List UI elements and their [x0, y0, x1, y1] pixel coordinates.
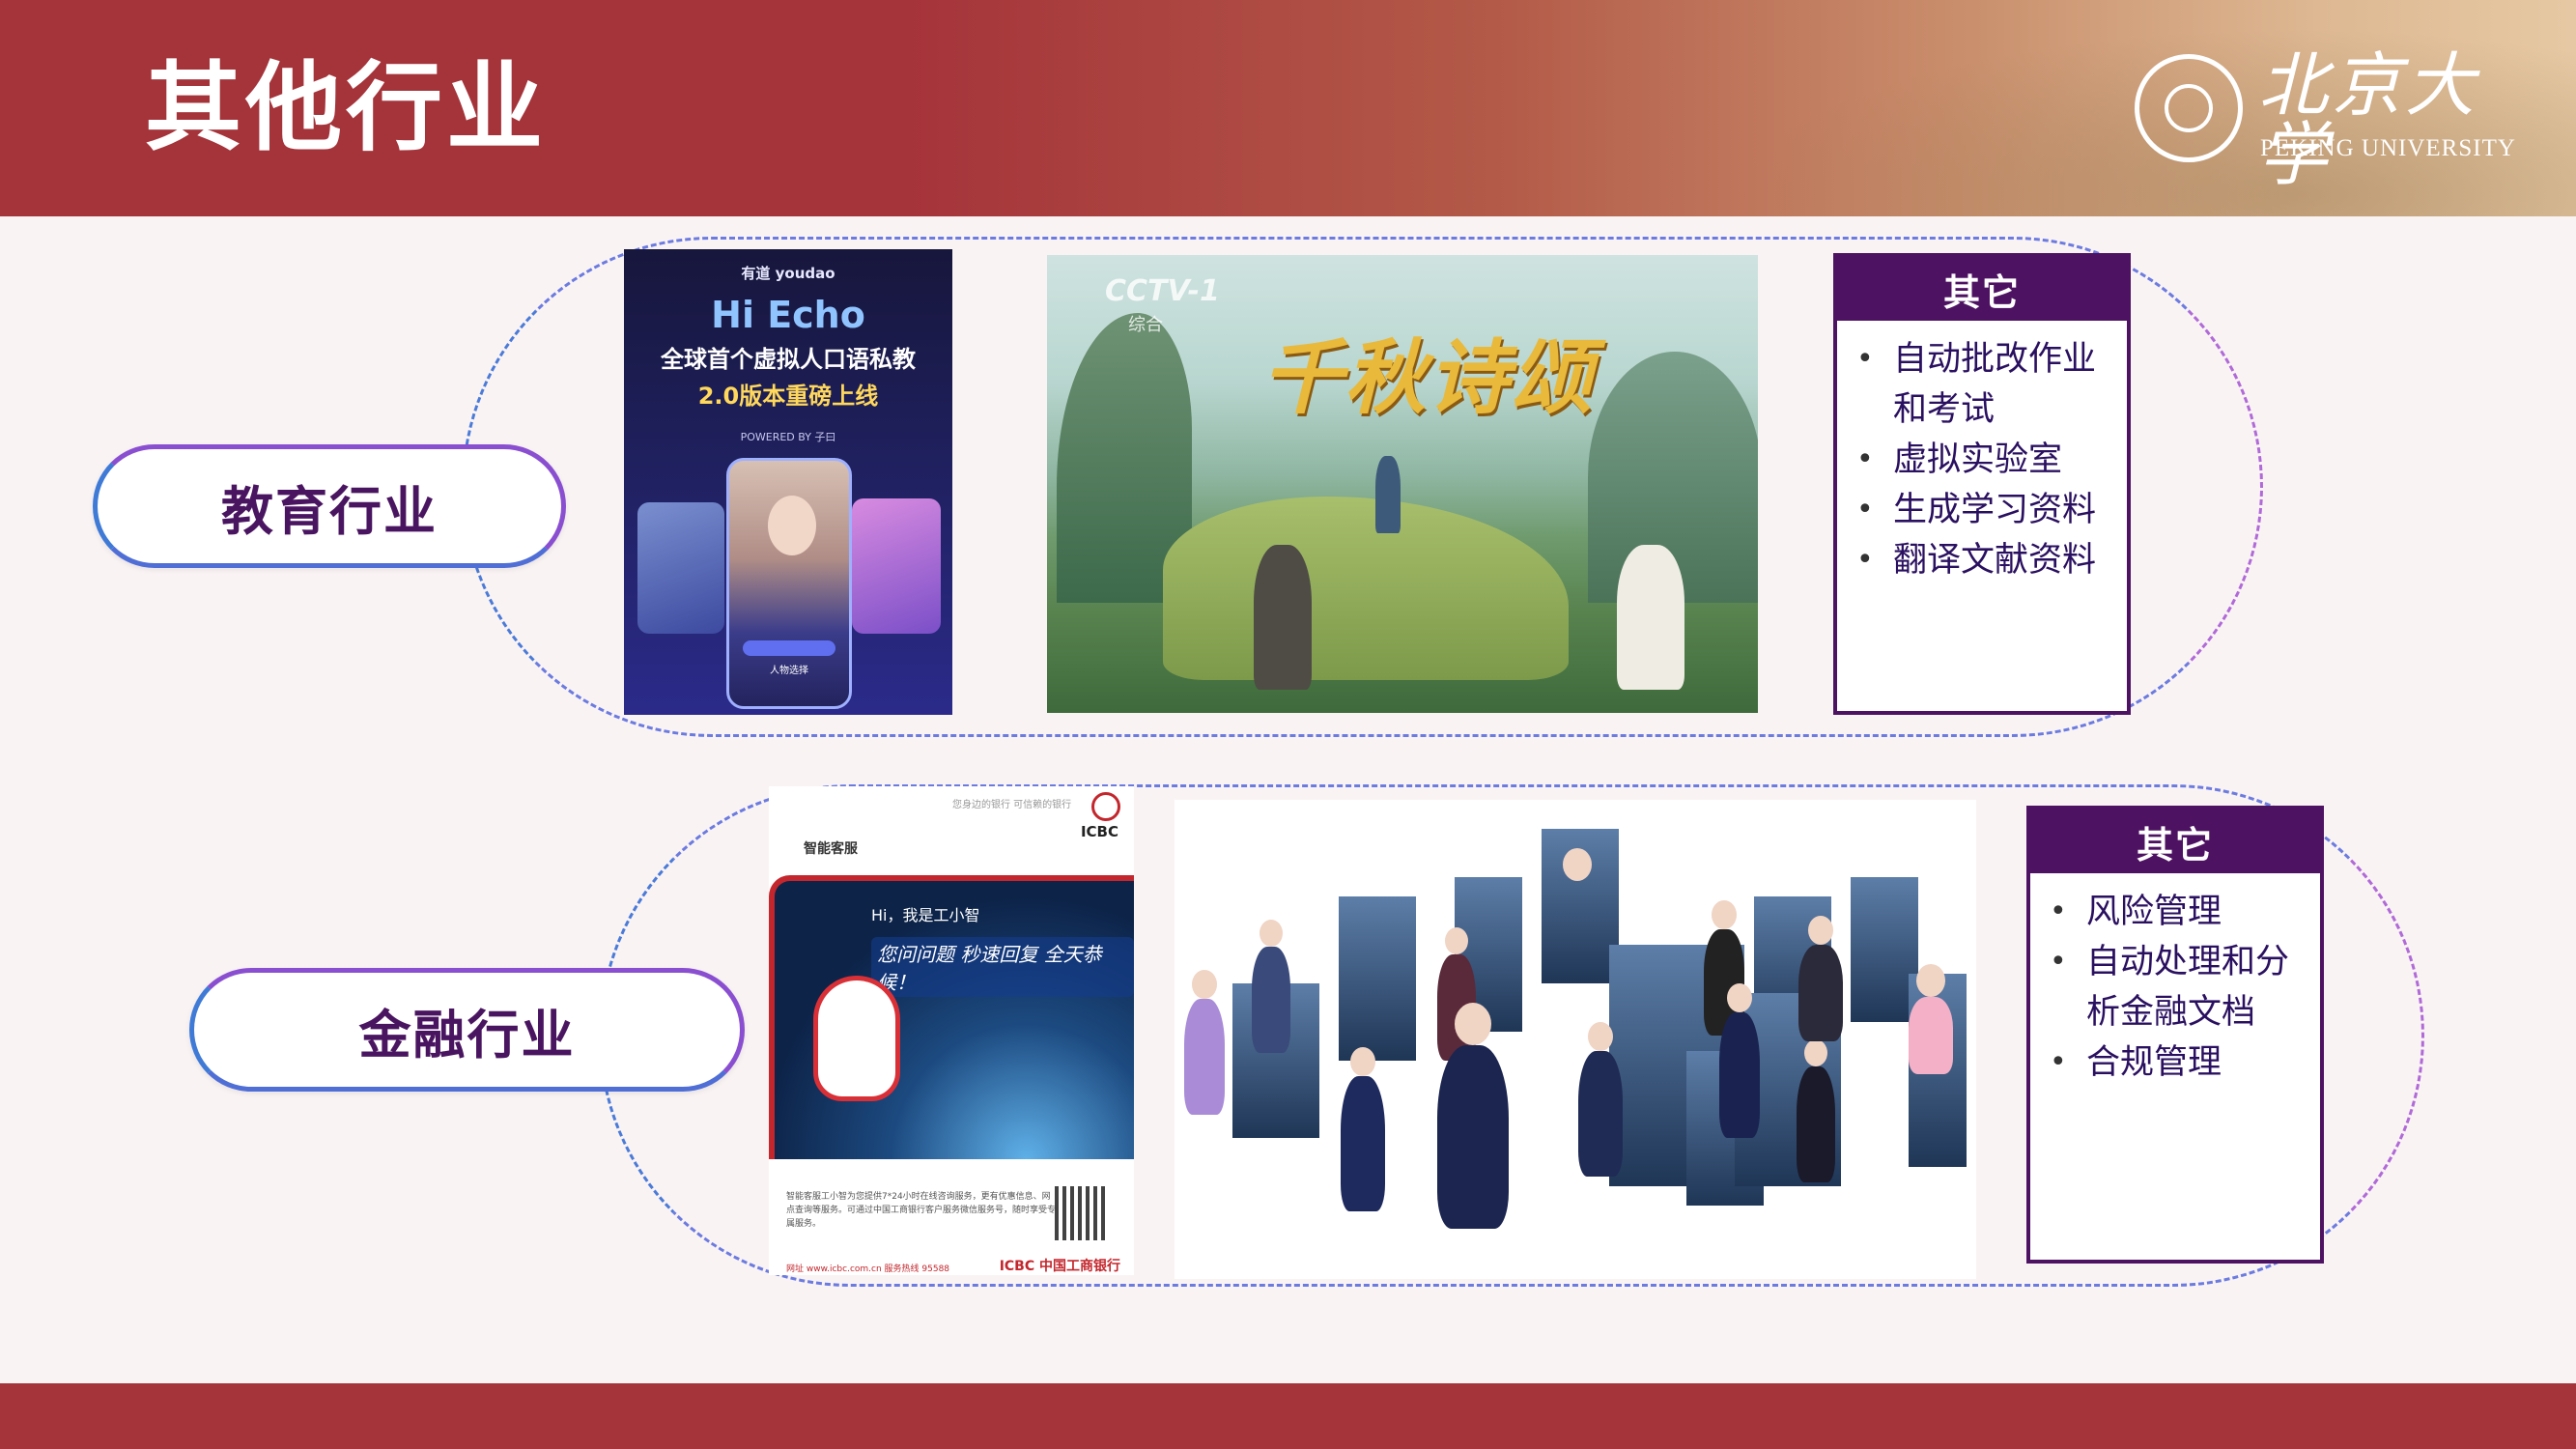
- avatar-head: [1445, 927, 1468, 954]
- list-item: 自动批改作业和考试: [1851, 334, 2117, 435]
- avatar-head: [1727, 983, 1752, 1012]
- header-banner: 其他行业 北京大学 PEKING UNIVERSITY: [0, 0, 2576, 216]
- chat-button: [743, 640, 835, 656]
- youdao-powered-by: POWERED BY 子曰: [740, 431, 836, 443]
- avatar-body: [1341, 1076, 1385, 1211]
- youdao-brand: 有道 youdao: [741, 265, 835, 282]
- icbc-hero-panel: Hi，我是工小智 您问问题 秒速回复 全天恭候！: [769, 875, 1134, 1159]
- cctv-poetry-image: CCTV-1 综合 千秋诗颂: [1047, 255, 1758, 713]
- avatar-card-male: [637, 502, 724, 634]
- youdao-hi-echo-image: 有道 youdao Hi Echo 全球首个虚拟人口语私教 2.0版本重磅上线 …: [624, 249, 952, 715]
- finance-other-box: 其它 风险管理 自动处理和分析金融文档 合规管理: [2026, 806, 2324, 1264]
- avatar-head: [1192, 970, 1217, 999]
- avatar-head: [1350, 1047, 1375, 1076]
- seal-icon: [2135, 54, 2243, 162]
- virtual-human-gallery-image: [1175, 800, 1976, 1279]
- icbc-greeting: Hi，我是工小智: [871, 906, 980, 924]
- finance-other-heading: 其它: [2030, 810, 2320, 873]
- avatar-head: [1916, 964, 1945, 997]
- list-item: 翻译文献资料: [1851, 535, 2117, 585]
- robot-mascot-icon: [813, 976, 900, 1101]
- avatar-card-female: [852, 498, 941, 634]
- persona-selector: 人物选择: [770, 666, 808, 676]
- figure-distant: [1375, 456, 1401, 533]
- icbc-body-text: 智能客服工小智为您提供7*24小时在线咨询服务，更有优惠信息、网点查询等服务。可…: [786, 1192, 1057, 1229]
- icbc-title: 智能客服: [804, 841, 858, 857]
- education-other-box: 其它 自动批改作业和考试 虚拟实验室 生成学习资料 翻译文献资料: [1833, 253, 2131, 715]
- program-title: 千秋诗颂: [1261, 329, 1595, 425]
- footer-bar: [0, 1383, 2576, 1449]
- icbc-logo-icon: [1091, 792, 1120, 821]
- icbc-top-text: 您身边的银行 可信赖的银行: [952, 800, 1072, 810]
- avatar-head: [1804, 1039, 1827, 1066]
- phone-mockup: 人物选择: [726, 458, 852, 709]
- cctv-channel-logo: CCTV-1: [1105, 274, 1220, 308]
- avatar-body: [1578, 1051, 1623, 1177]
- list-item: 虚拟实验室: [1851, 435, 2117, 485]
- avatar-body: [1252, 947, 1290, 1053]
- list-item: 自动处理和分析金融文档: [2044, 937, 2310, 1037]
- page-title: 其他行业: [145, 51, 547, 164]
- list-item: 合规管理: [2044, 1037, 2310, 1088]
- finance-other-list: 风险管理 自动处理和分析金融文档 合规管理: [2044, 887, 2310, 1088]
- youdao-line1: 全球首个虚拟人口语私教: [661, 346, 916, 373]
- university-logo: 北京大学 PEKING UNIVERSITY: [2135, 50, 2521, 189]
- youdao-headline: Hi Echo: [711, 294, 865, 336]
- logo-chinese-name: 北京大学: [2258, 44, 2479, 195]
- avatar-body: [1909, 997, 1953, 1074]
- list-item: 风险管理: [2044, 887, 2310, 937]
- avatar-head: [1563, 848, 1592, 881]
- education-label: 教育行业: [93, 444, 566, 568]
- icbc-footer-left: 网址 www.icbc.com.cn 服务热线 95588: [786, 1264, 950, 1274]
- avatar-head: [1712, 900, 1737, 929]
- education-other-heading: 其它: [1837, 257, 2127, 321]
- youdao-line2: 2.0版本重磅上线: [697, 383, 879, 410]
- avatar-body: [1184, 999, 1225, 1115]
- figure-elder: [1254, 545, 1312, 690]
- icbc-footer-right: ICBC 中国工商银行: [999, 1259, 1120, 1274]
- finance-label: 金融行业: [189, 968, 745, 1092]
- avatar-body: [1437, 1045, 1509, 1229]
- icbc-brand: ICBC: [1080, 823, 1118, 840]
- icbc-slogan: 您问问题 秒速回复 全天恭候！: [871, 937, 1134, 997]
- logo-english-name: PEKING UNIVERSITY: [2260, 135, 2516, 161]
- avatar-head: [1455, 1003, 1491, 1045]
- list-item: 生成学习资料: [1851, 485, 2117, 535]
- seal-inner-ring: [2165, 84, 2213, 132]
- qr-code-icon: [1055, 1186, 1109, 1240]
- avatar-face: [768, 496, 816, 555]
- avatar-body: [1719, 1012, 1760, 1138]
- avatar-head: [1808, 916, 1833, 945]
- cliff: [1163, 497, 1569, 680]
- cctv-channel-sub: 综合: [1128, 315, 1163, 335]
- display-panel: [1339, 896, 1416, 1061]
- avatar-body: [1798, 945, 1843, 1041]
- figure-lady: [1617, 545, 1684, 690]
- avatar-body: [1797, 1066, 1835, 1182]
- avatar-head: [1260, 920, 1283, 947]
- avatar-head: [1588, 1022, 1613, 1051]
- education-other-list: 自动批改作业和考试 虚拟实验室 生成学习资料 翻译文献资料: [1851, 334, 2117, 585]
- icbc-smart-service-image: 您身边的银行 可信赖的银行 ICBC 智能客服 Hi，我是工小智 您问问题 秒速…: [769, 786, 1134, 1275]
